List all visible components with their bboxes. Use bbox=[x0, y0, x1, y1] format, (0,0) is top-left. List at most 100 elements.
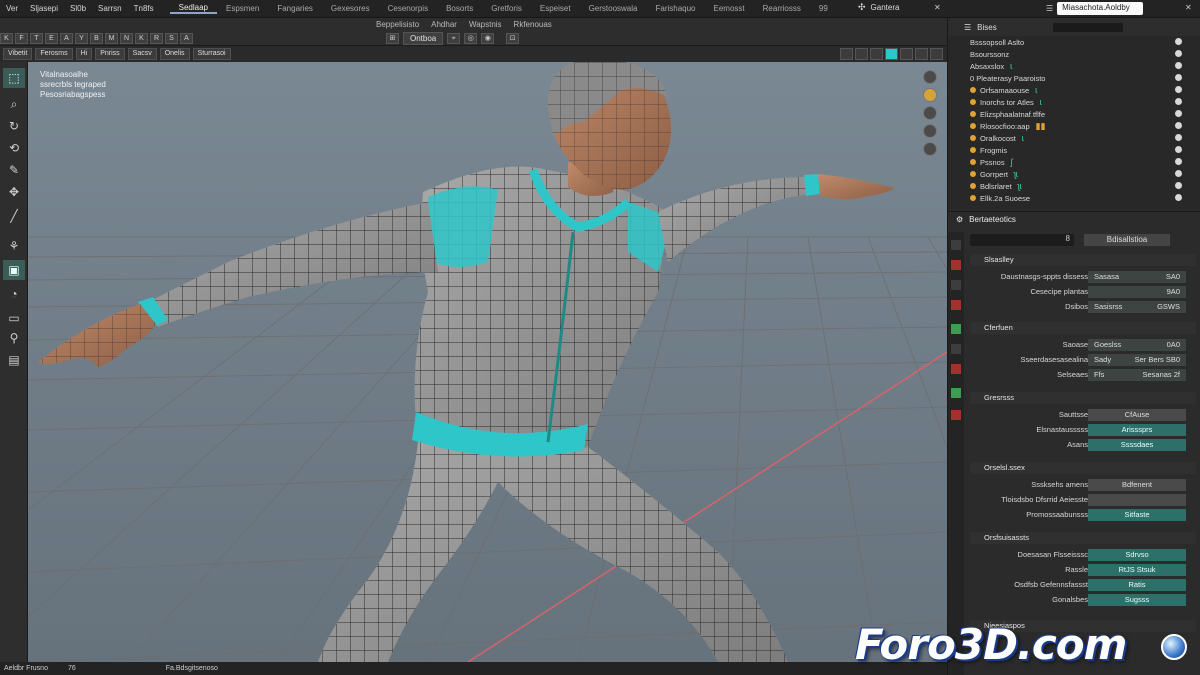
scene-tab-icon[interactable] bbox=[951, 300, 961, 310]
field-value[interactable]: Sasasa SA0 bbox=[1088, 271, 1186, 283]
orbit-icon[interactable] bbox=[923, 70, 937, 84]
field-value[interactable]: Sady Ser Bers SB0 bbox=[1088, 354, 1186, 366]
outliner-row[interactable]: Bsssopsoll Aslto bbox=[948, 36, 1200, 48]
workspace-tab[interactable]: Eemosst bbox=[705, 4, 754, 13]
rotate-tool-icon[interactable]: ⟲ bbox=[3, 138, 25, 158]
outliner-row[interactable]: Frogmis bbox=[948, 144, 1200, 156]
visibility-eye-icon[interactable] bbox=[1175, 110, 1182, 117]
field-value[interactable]: Ssssdaes bbox=[1088, 439, 1186, 451]
view-layer-input[interactable]: Miasachota.Aoldby bbox=[1057, 2, 1144, 15]
mode-button[interactable]: Y bbox=[75, 33, 88, 44]
visibility-eye-icon[interactable] bbox=[1175, 170, 1182, 177]
mode-button[interactable]: K bbox=[135, 33, 148, 44]
visibility-eye-icon[interactable] bbox=[1175, 194, 1182, 201]
annotate-tool-icon[interactable]: ╱ bbox=[3, 206, 25, 226]
outliner-row[interactable]: Absaxslox ɩ bbox=[948, 60, 1200, 72]
proportional-icon[interactable]: ◎ bbox=[464, 33, 478, 44]
mode-button[interactable]: S bbox=[165, 33, 178, 44]
select-tool-icon[interactable]: ⬚ bbox=[3, 68, 25, 88]
brush-tool-icon[interactable]: ✎ bbox=[3, 160, 25, 180]
3d-viewport[interactable]: Vitalnasoalhe ssrecrbls tegraped Pesosri… bbox=[28, 62, 947, 662]
modifier-tab-icon[interactable] bbox=[951, 364, 961, 374]
field-value[interactable]: Sitfaste bbox=[1088, 509, 1186, 521]
view-layer-field[interactable]: ☰ Miasachota.Aoldby bbox=[1046, 2, 1144, 15]
workspace-tab[interactable]: Bosorts bbox=[437, 4, 482, 13]
shading-options-icon[interactable] bbox=[930, 48, 943, 60]
visibility-eye-icon[interactable] bbox=[1175, 50, 1182, 57]
field-value[interactable]: Ffs Sesanas 2f bbox=[1088, 369, 1186, 381]
scene-selector[interactable]: ✣ Gantera bbox=[858, 2, 899, 13]
visibility-eye-icon[interactable] bbox=[1175, 38, 1182, 45]
tool-tab-icon[interactable] bbox=[951, 240, 961, 250]
section-header[interactable]: Cferfuen bbox=[970, 322, 1196, 334]
orientation-dropdown[interactable]: Ontboa bbox=[403, 32, 444, 45]
rendered-shading-icon[interactable] bbox=[915, 48, 928, 60]
header-tab[interactable]: Ahdhar bbox=[431, 20, 457, 29]
workspace-tab[interactable]: Espeiset bbox=[531, 4, 580, 13]
mode-button[interactable]: E bbox=[45, 33, 58, 44]
measure-tool-icon[interactable]: ⚘ bbox=[3, 236, 25, 256]
object-tab-icon[interactable] bbox=[951, 344, 961, 354]
viewport-menu-button[interactable]: Ferosms bbox=[35, 48, 73, 60]
bevel-tool-icon[interactable]: ⚲ bbox=[3, 328, 25, 348]
viewport-menu-button[interactable]: Hi bbox=[75, 48, 93, 60]
mode-button[interactable]: M bbox=[105, 33, 118, 44]
menu-item[interactable]: Sljasepi bbox=[24, 4, 64, 13]
outliner-row[interactable]: Ellk.2a Suoese bbox=[948, 192, 1200, 204]
workspace-tab[interactable]: Cesenorpis bbox=[379, 4, 437, 13]
visibility-eye-icon[interactable] bbox=[1175, 182, 1182, 189]
snap-icon[interactable]: ⌖ bbox=[447, 33, 461, 44]
close-icon[interactable]: ✕ bbox=[1185, 3, 1192, 12]
menu-item[interactable]: Sl0b bbox=[64, 4, 92, 13]
workspace-tab[interactable]: Rearriosss bbox=[754, 4, 810, 13]
output-tab-icon[interactable] bbox=[951, 280, 961, 290]
workspace-tab[interactable]: 99 bbox=[810, 4, 837, 13]
close-scene-icon[interactable]: ✕ bbox=[934, 3, 941, 12]
field-value[interactable]: Sugsss bbox=[1088, 594, 1186, 606]
visibility-eye-icon[interactable] bbox=[1175, 74, 1182, 81]
outliner-row[interactable]: Orfsamaaouse ɩ bbox=[948, 84, 1200, 96]
workspace-tab[interactable]: Farishaquo bbox=[646, 4, 704, 13]
outliner-row[interactable]: Rlosocfioo:aap ▮▮ bbox=[948, 120, 1200, 132]
move-tool-icon[interactable]: ↻ bbox=[3, 116, 25, 136]
field-value[interactable] bbox=[1088, 494, 1186, 506]
physics-tab-icon[interactable] bbox=[951, 410, 961, 420]
mode-button[interactable]: T bbox=[30, 33, 43, 44]
field-value[interactable]: Goeslss 0A0 bbox=[1088, 339, 1186, 351]
particles-tab-icon[interactable] bbox=[951, 388, 961, 398]
workspace-tab[interactable]: Gexesores bbox=[322, 4, 379, 13]
mode-button[interactable]: N bbox=[120, 33, 133, 44]
field-value[interactable]: Ratis bbox=[1088, 579, 1186, 591]
visibility-eye-icon[interactable] bbox=[1175, 158, 1182, 165]
properties-action-button[interactable]: Bdisallstioa bbox=[1084, 234, 1170, 246]
visibility-eye-icon[interactable] bbox=[1175, 62, 1182, 69]
field-value[interactable]: Bdfenent bbox=[1088, 479, 1186, 491]
workspace-tab[interactable]: Fangaries bbox=[268, 4, 322, 13]
workspace-tab[interactable]: Sedlaap bbox=[169, 3, 217, 14]
properties-search-input[interactable]: 8 bbox=[970, 234, 1074, 246]
visibility-eye-icon[interactable] bbox=[1175, 146, 1182, 153]
mode-button[interactable]: B bbox=[90, 33, 103, 44]
axis-gizmo-icon[interactable] bbox=[923, 88, 937, 102]
add-cube-tool-icon[interactable]: ▣ bbox=[3, 260, 25, 280]
header-tab[interactable]: Rkfenouas bbox=[514, 20, 552, 29]
mode-button[interactable]: R bbox=[150, 33, 163, 44]
knife-tool-icon[interactable]: ▤ bbox=[3, 350, 25, 370]
outliner-filter-input[interactable] bbox=[1052, 22, 1123, 32]
section-header[interactable]: Orselsl.ssex bbox=[970, 462, 1196, 474]
outliner-row[interactable]: 0 Pleaterasy Paaroisto bbox=[948, 72, 1200, 84]
solid-shading-icon[interactable] bbox=[885, 48, 898, 60]
visibility-eye-icon[interactable] bbox=[1175, 98, 1182, 105]
outliner-row[interactable]: Gorrpert ʅɩ bbox=[948, 168, 1200, 180]
header-tab[interactable]: Beppelisisto bbox=[376, 20, 419, 29]
visibility-eye-icon[interactable] bbox=[1175, 122, 1182, 129]
viewport-menu-button[interactable]: Vibetit bbox=[3, 48, 33, 60]
viewport-menu-button[interactable]: Sacsv bbox=[127, 48, 157, 60]
field-value[interactable]: Sasisrss GSWS bbox=[1088, 301, 1186, 313]
outliner-row[interactable]: Bsourssonz bbox=[948, 48, 1200, 60]
outliner-row[interactable]: Inorchs tor Atles ɩ bbox=[948, 96, 1200, 108]
inset-tool-icon[interactable]: ▭ bbox=[3, 308, 25, 328]
viewport-menu-button[interactable]: Pnriss bbox=[95, 48, 125, 60]
menu-item[interactable]: Ver bbox=[0, 4, 24, 13]
outliner-row[interactable]: Elizsphaalatnaf.tflfe bbox=[948, 108, 1200, 120]
